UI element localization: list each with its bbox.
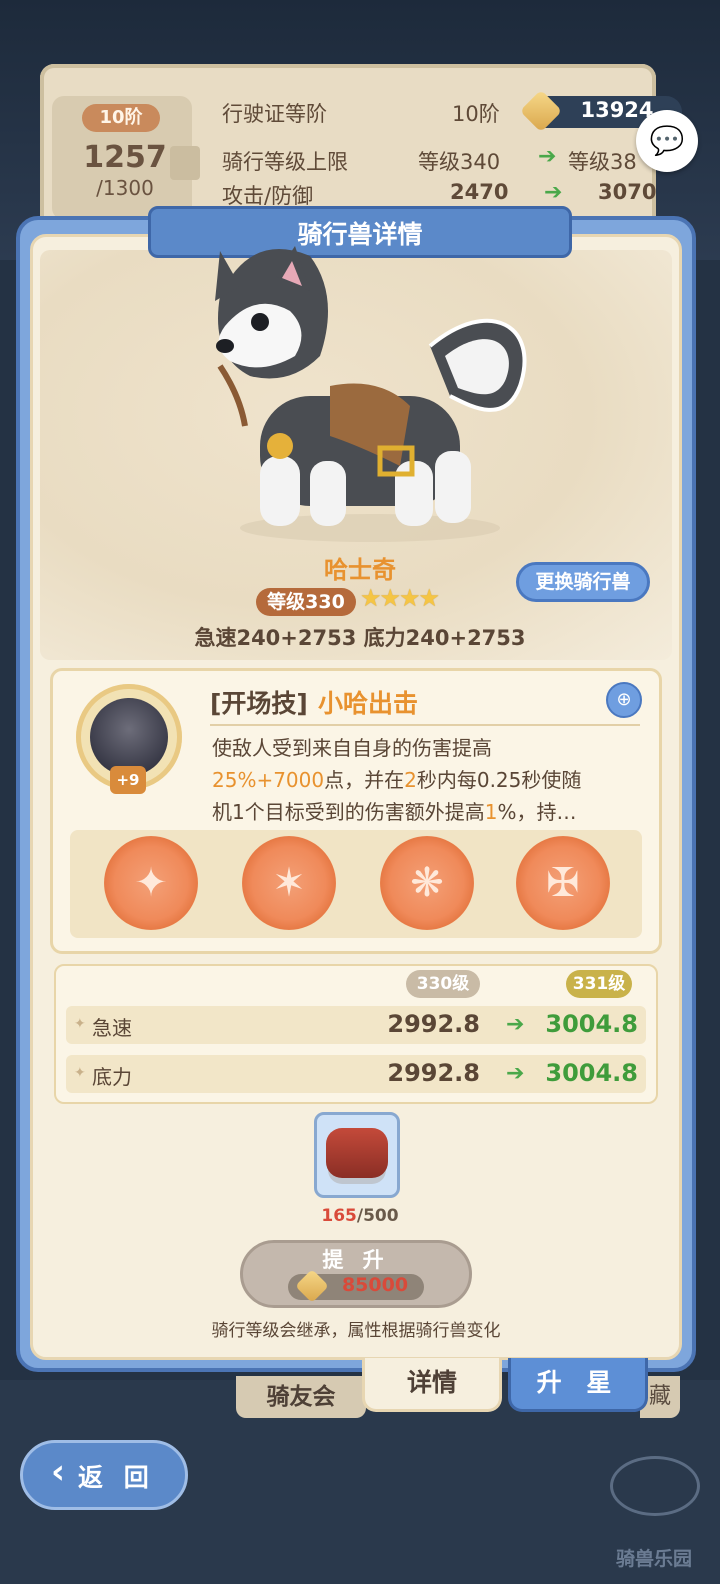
tab-ride-club[interactable]: 骑友会 <box>236 1376 366 1418</box>
attack-defense-value: 2470 <box>450 180 509 204</box>
back-chevron-icon: ‹ <box>50 1452 65 1492</box>
chat-bubble-icon[interactable]: 💬 <box>636 110 698 172</box>
back-button-label: 返 回 <box>78 1463 155 1492</box>
attack-defense-next: 3070 <box>598 180 657 204</box>
stat-next-value: 3004.8 <box>545 1059 638 1087</box>
divider <box>210 724 640 726</box>
inherit-note: 骑行等级会继承，属性根据骑行兽变化 <box>211 1321 501 1341</box>
skill-type-tag: [开场技] <box>210 689 308 718</box>
husky-pet-image <box>215 246 527 542</box>
tab-detail[interactable]: 详情 <box>362 1358 502 1412</box>
skill-value-highlight: 2 <box>404 768 417 792</box>
pet-name: 哈士奇 <box>324 556 396 584</box>
rank-badge: 10阶 <box>82 104 160 132</box>
upgrade-cost: 85000 <box>341 1274 409 1296</box>
game-logo-icon <box>610 1456 700 1516</box>
ride-level-cap-label: 骑行等级上限 <box>222 150 348 174</box>
stat-current-value: 2992.8 <box>387 1010 480 1038</box>
ride-level-cap-next: 等级38 <box>568 150 637 174</box>
rank-progress-max: /1300 <box>96 176 154 200</box>
skill-text: 点，并在 <box>324 768 405 792</box>
skill-description-line-2: 25%+7000点，并在2秒内每0.25秒使随 <box>212 764 632 796</box>
next-level-badge: 331级 <box>566 970 632 998</box>
wolf-skill-icon <box>90 698 168 776</box>
skill-description-line-3: 机1个目标受到的伤害额外提高1%，持… <box>212 796 632 828</box>
stat-name: 急速 <box>92 1016 132 1040</box>
stat-next-value: 3004.8 <box>545 1010 638 1038</box>
game-logo-text: 骑兽乐园 <box>615 1548 692 1570</box>
change-pet-button[interactable]: 更换骑行兽 <box>516 562 650 602</box>
material-need: /500 <box>356 1206 399 1226</box>
zoom-icon[interactable]: ⊕ <box>606 682 642 718</box>
wolf-rune-icon: ✦ <box>134 860 168 906</box>
current-level-badge: 330级 <box>406 970 480 998</box>
license-rank-value: 10阶 <box>452 102 500 126</box>
material-have: 165 <box>321 1206 357 1226</box>
tab-star-up[interactable]: 升 星 <box>508 1358 648 1412</box>
skill-value-highlight: 25%+7000 <box>212 768 325 792</box>
claw-rune-icon: ✶ <box>272 860 306 906</box>
skill-value-highlight: 1 <box>484 800 498 824</box>
skill-text: %，持… <box>497 800 577 824</box>
rank-arrow-icon <box>170 146 200 180</box>
stat-current-value: 2992.8 <box>387 1059 480 1087</box>
diamond-bullet-icon: ✦ <box>74 1065 86 1081</box>
arrow-right-icon: ➔ <box>538 144 557 169</box>
ride-level-cap-value: 等级340 <box>418 150 501 174</box>
skill-level-badge: +9 <box>110 766 146 794</box>
pet-stats-summary: 急速240+2753 底力240+2753 <box>194 626 526 650</box>
rank-progress-current: 1257 <box>83 140 167 175</box>
star-rating: ★★★★ <box>360 584 440 612</box>
sword-rune-icon: ✠ <box>546 860 580 906</box>
license-rank-label: 行驶证等阶 <box>222 102 327 126</box>
material-count: 165/500 <box>300 1206 420 1226</box>
skill-description-line-1: 使敌人受到来自自身的伤害提高 <box>212 736 492 760</box>
arrow-right-icon: ➔ <box>544 180 563 205</box>
skill-text: 秒内每0.25秒使随 <box>416 768 582 792</box>
saddle-material-icon <box>326 1128 388 1178</box>
snowflake-rune-icon: ❋ <box>410 860 444 906</box>
skill-name: 小哈出击 <box>318 689 419 718</box>
diamond-bullet-icon: ✦ <box>74 1016 86 1032</box>
stat-name: 底力 <box>92 1065 132 1089</box>
upgrade-button-label: 提 升 <box>322 1248 390 1272</box>
skill-text: 机1个目标受到的伤害额外提高 <box>212 800 485 824</box>
pet-level-badge: 等级330 <box>256 588 356 616</box>
